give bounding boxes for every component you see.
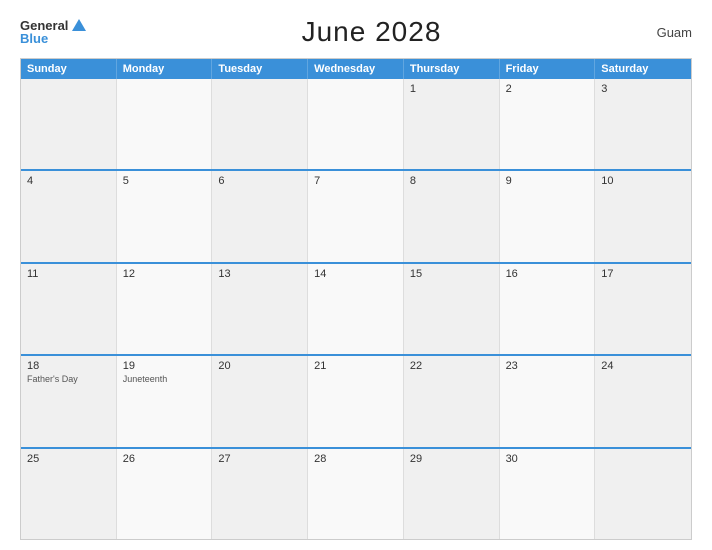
cell-0-6: 3 bbox=[595, 79, 691, 169]
col-thursday: Thursday bbox=[404, 59, 500, 79]
calendar-body: 123456789101112131415161718Father's Day1… bbox=[21, 79, 691, 539]
cell-1-0: 4 bbox=[21, 171, 117, 261]
col-tuesday: Tuesday bbox=[212, 59, 308, 79]
day-number: 14 bbox=[314, 268, 397, 280]
day-number: 4 bbox=[27, 175, 110, 187]
cell-3-4: 22 bbox=[404, 356, 500, 446]
cell-3-3: 21 bbox=[308, 356, 404, 446]
day-number: 28 bbox=[314, 453, 397, 465]
day-number: 22 bbox=[410, 360, 493, 372]
week-row-3: 18 Father's Day 19 Juneteenth 20 21 22 23 24 bbox=[21, 356, 691, 448]
cell-0-3 bbox=[308, 79, 404, 169]
logo: General Blue bbox=[20, 19, 86, 45]
cell-2-1: 12 bbox=[117, 264, 213, 354]
day-number: 17 bbox=[601, 268, 685, 280]
day-number: 6 bbox=[218, 175, 301, 187]
logo-blue-text: Blue bbox=[20, 32, 86, 45]
calendar-title: June 2028 bbox=[302, 16, 442, 48]
cell-3-2: 20 bbox=[212, 356, 308, 446]
cell-3-6: 24 bbox=[595, 356, 691, 446]
day-number: 30 bbox=[506, 453, 589, 465]
day-number: 19 bbox=[123, 360, 206, 372]
cell-0-5: 2 bbox=[500, 79, 596, 169]
col-wednesday: Wednesday bbox=[308, 59, 404, 79]
col-monday: Monday bbox=[117, 59, 213, 79]
cell-1-6: 10 bbox=[595, 171, 691, 261]
holiday-label: Father's Day bbox=[27, 374, 110, 386]
cell-2-4: 15 bbox=[404, 264, 500, 354]
cell-2-5: 16 bbox=[500, 264, 596, 354]
day-number: 27 bbox=[218, 453, 301, 465]
col-sunday: Sunday bbox=[21, 59, 117, 79]
day-number: 2 bbox=[506, 83, 589, 95]
day-number: 24 bbox=[601, 360, 685, 372]
day-number: 13 bbox=[218, 268, 301, 280]
cell-1-4: 8 bbox=[404, 171, 500, 261]
calendar: Sunday Monday Tuesday Wednesday Thursday… bbox=[20, 58, 692, 540]
holiday-label: Juneteenth bbox=[123, 374, 206, 386]
cell-4-2: 27 bbox=[212, 449, 308, 539]
cell-4-6 bbox=[595, 449, 691, 539]
cell-4-1: 26 bbox=[117, 449, 213, 539]
calendar-header: Sunday Monday Tuesday Wednesday Thursday… bbox=[21, 59, 691, 79]
cell-1-1: 5 bbox=[117, 171, 213, 261]
col-saturday: Saturday bbox=[595, 59, 691, 79]
cell-1-2: 6 bbox=[212, 171, 308, 261]
cell-3-0: 18 Father's Day bbox=[21, 356, 117, 446]
day-number: 23 bbox=[506, 360, 589, 372]
day-number: 9 bbox=[506, 175, 589, 187]
cell-2-2: 13 bbox=[212, 264, 308, 354]
page: General Blue June 2028 Guam Sunday Monda… bbox=[0, 0, 712, 550]
day-number: 10 bbox=[601, 175, 685, 187]
day-number: 1 bbox=[410, 83, 493, 95]
day-number: 25 bbox=[27, 453, 110, 465]
cell-4-3: 28 bbox=[308, 449, 404, 539]
col-friday: Friday bbox=[500, 59, 596, 79]
day-number: 18 bbox=[27, 360, 110, 372]
day-number: 12 bbox=[123, 268, 206, 280]
cell-0-0 bbox=[21, 79, 117, 169]
region-label: Guam bbox=[657, 25, 692, 40]
header: General Blue June 2028 Guam bbox=[20, 16, 692, 48]
cell-0-1 bbox=[117, 79, 213, 169]
cell-1-5: 9 bbox=[500, 171, 596, 261]
logo-triangle-icon bbox=[72, 19, 86, 31]
cell-0-2 bbox=[212, 79, 308, 169]
week-row-2: 11 12 13 14 15 16 17 bbox=[21, 264, 691, 356]
cell-4-0: 25 bbox=[21, 449, 117, 539]
day-number: 3 bbox=[601, 83, 685, 95]
day-number: 20 bbox=[218, 360, 301, 372]
day-number: 21 bbox=[314, 360, 397, 372]
cell-2-0: 11 bbox=[21, 264, 117, 354]
cell-3-1: 19 Juneteenth bbox=[117, 356, 213, 446]
day-number: 5 bbox=[123, 175, 206, 187]
week-row-1: 4 56 7 8 9 10 bbox=[21, 171, 691, 263]
week-row-4: 25 26 27 28 29 30 bbox=[21, 449, 691, 539]
day-number: 11 bbox=[27, 268, 110, 280]
cell-0-4: 1 bbox=[404, 79, 500, 169]
cell-1-3: 7 bbox=[308, 171, 404, 261]
week-row-0: 1 23 bbox=[21, 79, 691, 171]
cell-4-5: 30 bbox=[500, 449, 596, 539]
day-number: 8 bbox=[410, 175, 493, 187]
day-number: 16 bbox=[506, 268, 589, 280]
day-number: 15 bbox=[410, 268, 493, 280]
cell-4-4: 29 bbox=[404, 449, 500, 539]
cell-2-6: 17 bbox=[595, 264, 691, 354]
day-number: 26 bbox=[123, 453, 206, 465]
cell-2-3: 14 bbox=[308, 264, 404, 354]
cell-3-5: 23 bbox=[500, 356, 596, 446]
day-number: 7 bbox=[314, 175, 397, 187]
day-number: 29 bbox=[410, 453, 493, 465]
